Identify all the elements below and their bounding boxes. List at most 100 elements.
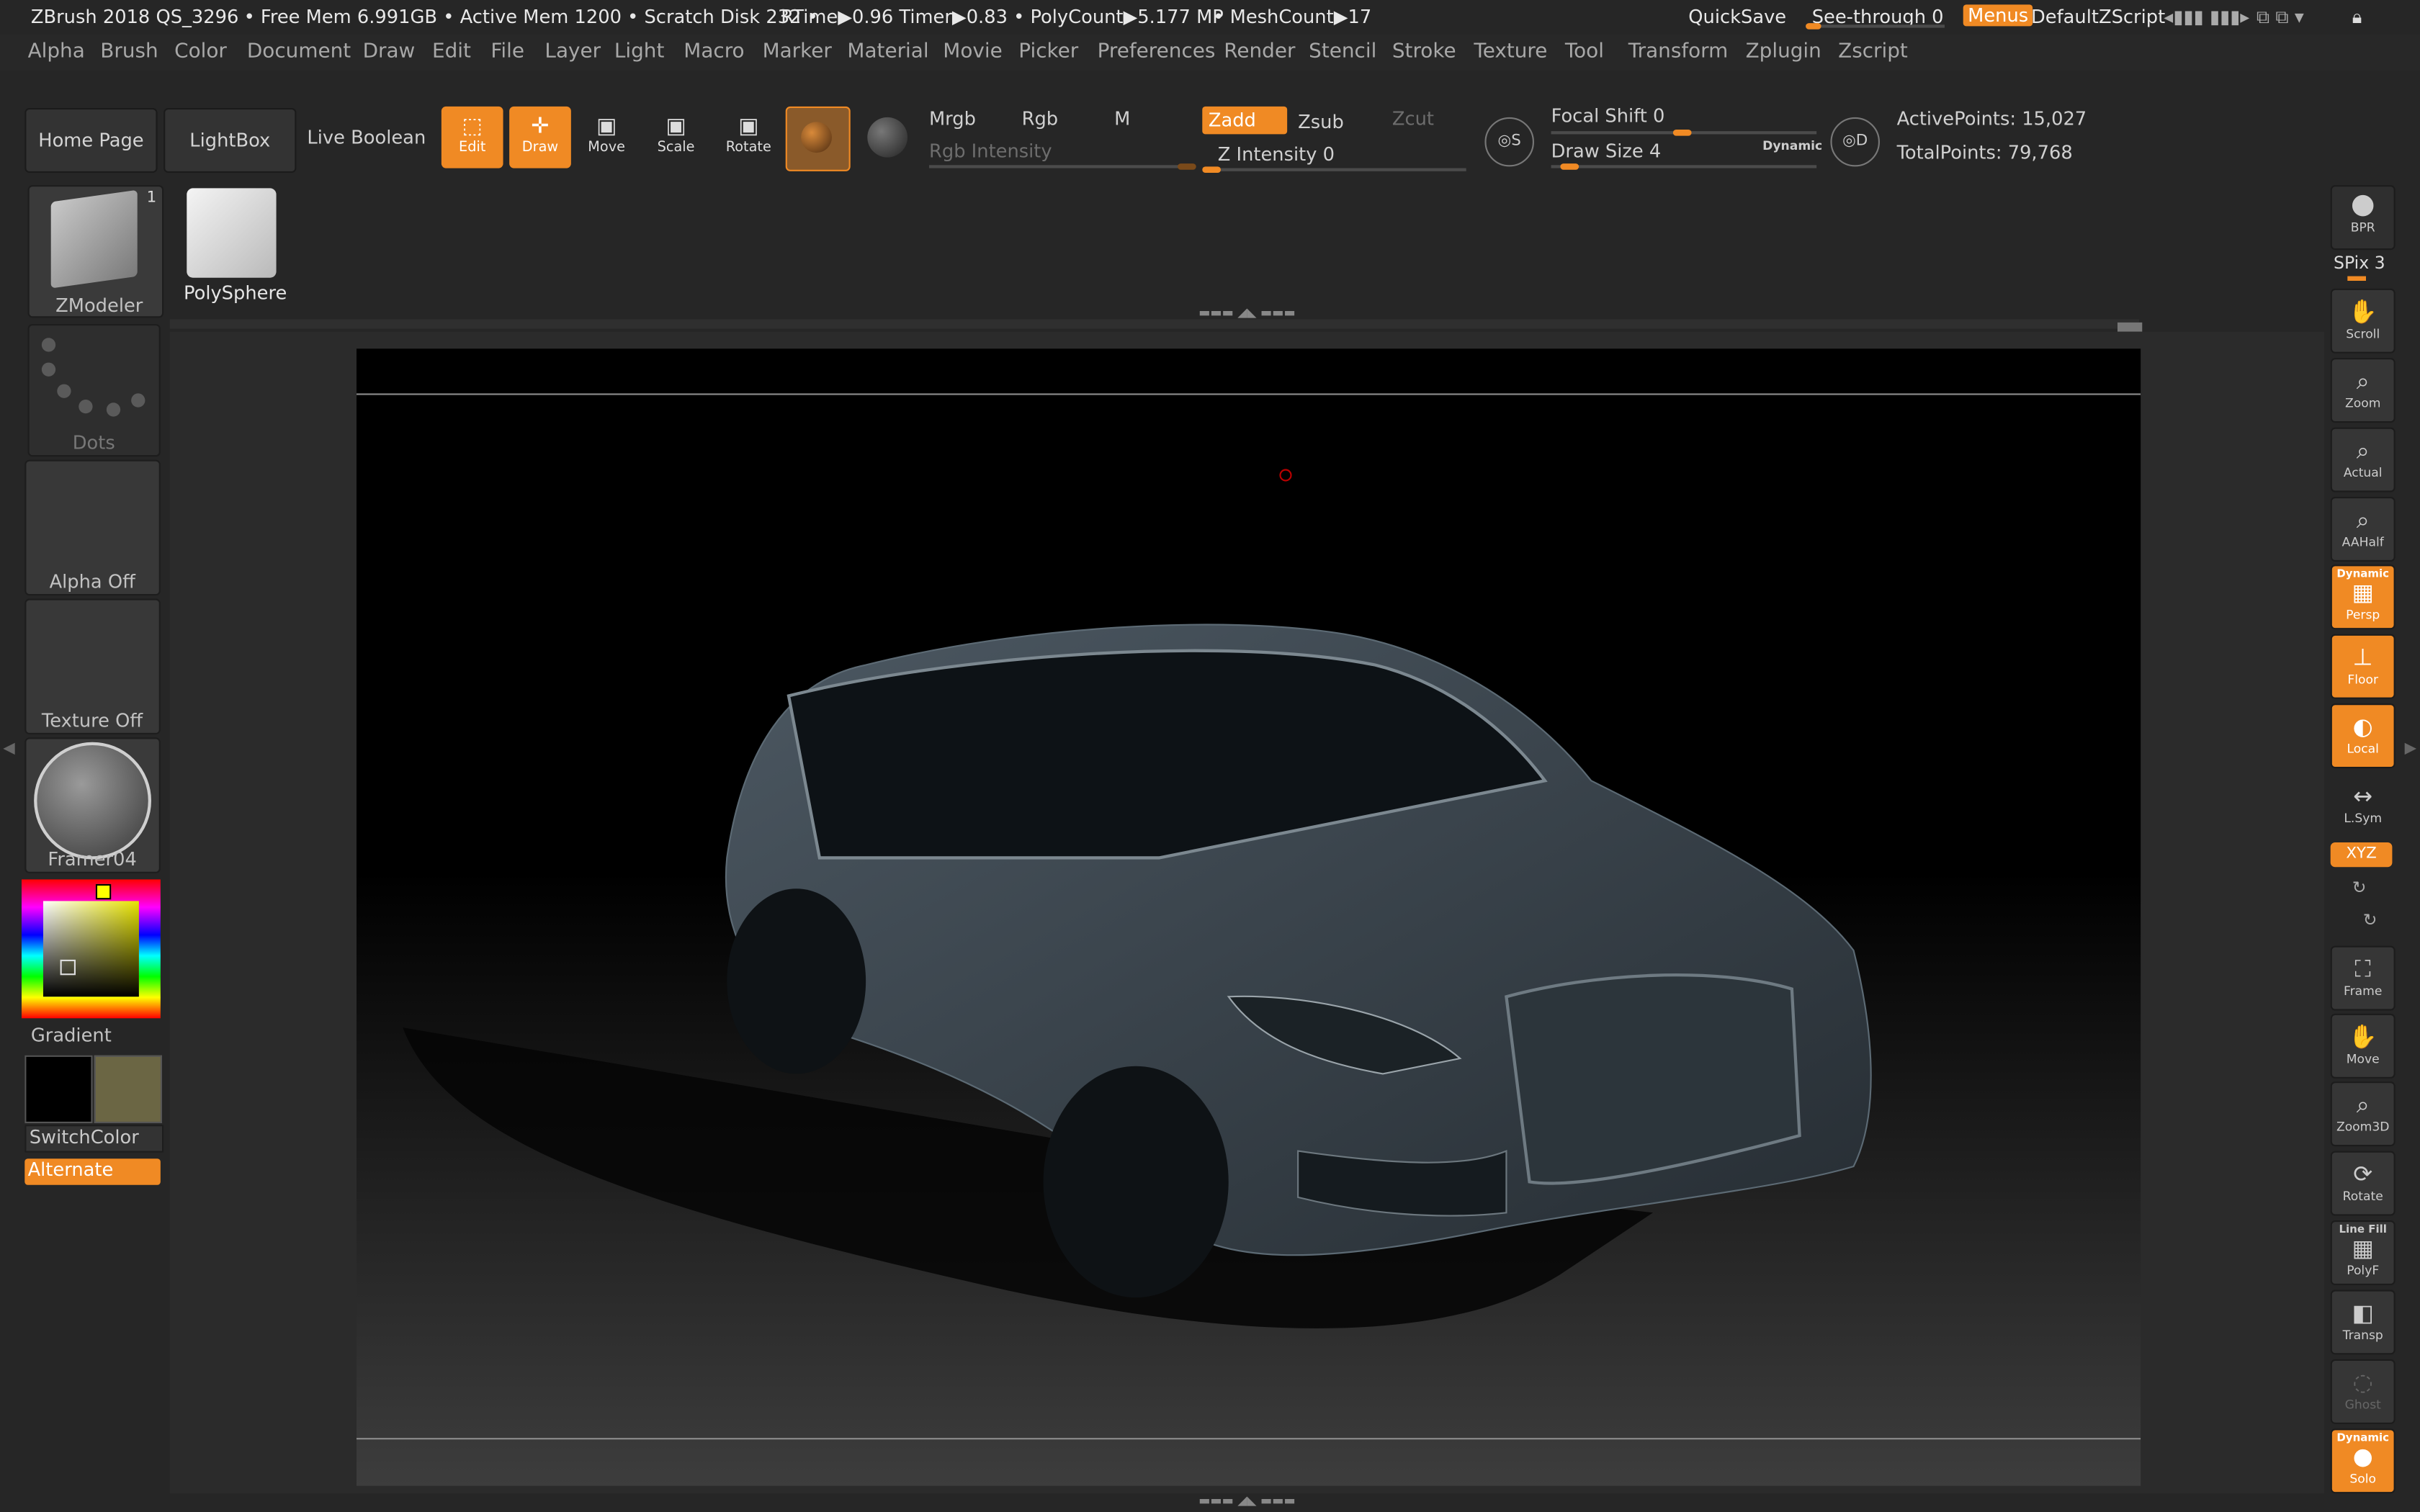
rgb-button[interactable]: Rgb [1022,108,1059,130]
bottom-tray-handle-icon[interactable]: ▬▬▬ ◢◣ ▬▬▬ [1155,1493,1340,1508]
menu-item[interactable]: Marker [763,40,832,63]
aahalf-button[interactable]: ⌕ AAHalf [2330,497,2396,562]
menu-item[interactable]: Render [1224,40,1295,63]
z-intensity-slider[interactable]: Z Intensity 0 [1218,143,1335,165]
draw-size-slider[interactable]: Draw Size 4 [1551,140,1662,162]
d-dial-icon[interactable]: ◎D [1830,117,1880,167]
color-picker[interactable] [22,879,161,1019]
scale-button[interactable]: ▣ Scale [645,107,707,168]
polyf-button[interactable]: Line Fill ▦ PolyF [2330,1220,2396,1285]
stroke-selector[interactable]: Dots [27,324,161,457]
menu-item[interactable]: Document [247,40,351,63]
car-model[interactable] [357,348,2141,1485]
draw-size-knob[interactable] [1560,163,1579,170]
menu-item[interactable]: Zscript [1838,40,1908,63]
zoom-button[interactable]: ⌕ Zoom [2330,358,2396,423]
brush-selector[interactable]: 1 ZModeler [27,185,164,318]
material-swatch-button[interactable] [785,106,851,171]
menu-item[interactable]: Layer [544,40,601,63]
menu-item[interactable]: Alpha [28,40,85,63]
right-tray-arrow-icon[interactable]: ▶ [2405,741,2417,758]
ghost-button[interactable]: ◌ Ghost [2330,1359,2396,1424]
focal-shift-knob[interactable] [1672,130,1692,136]
alternate-button[interactable]: Alternate [24,1158,161,1185]
menu-item[interactable]: Zplugin [1746,40,1821,63]
menu-item[interactable]: Preferences [1098,40,1216,63]
color-marker[interactable] [60,959,76,976]
rotate-z-icon[interactable]: ↻ [2363,910,2378,930]
menu-item[interactable]: Stroke [1392,40,1456,63]
main-color-swatch[interactable] [24,1055,93,1123]
stroke-icon[interactable] [867,117,908,158]
default-zscript[interactable]: DefaultZScript [2031,6,2165,28]
texture-selector[interactable]: Texture Off [24,598,161,734]
menu-item[interactable]: Draw [363,40,416,63]
menu-item[interactable]: Texture [1474,40,1547,63]
menus-toggle[interactable]: Menus [1963,4,2033,27]
alpha-selector[interactable]: Alpha Off [24,459,161,596]
z-intensity-knob[interactable] [1202,166,1221,173]
scroll-button[interactable]: ✋ Scroll [2330,288,2396,354]
quicksave-button[interactable]: QuickSave [1688,6,1786,28]
layout-arrows-icon[interactable]: ◂▮▮▮ ▮▮▮▸ [2164,6,2249,28]
zsub-button[interactable]: Zsub [1298,111,1344,132]
top-tray-handle-icon[interactable]: ▬▬▬ ◢◣ ▬▬▬ [1155,305,1340,319]
m-button[interactable]: M [1114,108,1130,130]
tool-thumbnail[interactable] [181,182,282,284]
see-through-knob[interactable] [1806,23,1821,30]
rotate-view-button[interactable]: ⟳ Rotate [2330,1151,2396,1216]
menu-item[interactable]: Brush [100,40,158,63]
bpr-button[interactable]: ● BPR [2330,185,2396,251]
menu-item[interactable]: Transform [1628,40,1729,63]
focal-shift-slider[interactable]: Focal Shift 0 [1551,105,1665,127]
left-tray-arrow-icon[interactable]: ◀ [3,741,15,758]
dynamic-toggle[interactable]: Dynamic [1762,139,1822,153]
scroll-handle[interactable] [2118,322,2143,332]
floor-button[interactable]: ⊥ Floor [2330,634,2396,699]
menu-item[interactable]: Macro [684,40,744,63]
transp-button[interactable]: ◧ Transp [2330,1290,2396,1355]
menu-item[interactable]: Material [847,40,928,63]
spix-slider[interactable]: SPix 3 [2334,253,2385,273]
lightbox-button[interactable]: LightBox [163,108,297,173]
material-selector[interactable]: Framer04 [24,737,161,873]
s-dial-icon[interactable]: ◎S [1484,117,1534,167]
live-boolean-button[interactable]: Live Boolean [307,127,426,148]
edit-button[interactable]: ⬚ Edit [441,106,503,168]
switch-color-button[interactable]: SwitchColor [24,1125,164,1153]
menu-item[interactable]: Stencil [1309,40,1376,63]
menu-item[interactable]: Color [174,40,227,63]
hue-marker[interactable] [95,883,112,900]
top-tray-divider[interactable] [169,319,2139,329]
menu-item[interactable]: Picker [1018,40,1078,63]
rotate-button[interactable]: ▣ Rotate [717,107,779,168]
viewport-canvas[interactable] [356,348,2141,1486]
color-picker-square[interactable] [43,901,139,997]
gradient-button[interactable]: Gradient [31,1025,112,1046]
zadd-button[interactable]: Zadd [1202,106,1288,135]
zoom3d-button[interactable]: ⌕ Zoom3D [2330,1081,2396,1147]
draw-button[interactable]: ✛ Draw [509,106,571,168]
frame-button[interactable]: ⛶ Frame [2330,945,2396,1011]
move-view-button[interactable]: ✋ Move [2330,1013,2396,1079]
zcut-button[interactable]: Zcut [1392,108,1434,130]
menu-item[interactable]: Light [614,40,665,63]
solo-button[interactable]: Dynamic ● Solo [2330,1428,2396,1494]
menu-item[interactable]: Movie [943,40,1002,63]
xyz-button[interactable]: XYZ [2330,842,2393,868]
menu-item[interactable]: Edit [432,40,471,63]
spix-knob[interactable] [2347,276,2366,281]
rgb-intensity-knob[interactable] [1178,163,1196,170]
rotate-y-icon[interactable]: ↻ [2352,878,2367,898]
menu-item[interactable]: Tool [1565,40,1604,63]
persp-button[interactable]: Dynamic ▦ Persp [2330,564,2396,630]
lock-icon[interactable]: 🔒︎ [2352,6,2362,30]
secondary-color-swatch[interactable] [94,1055,162,1123]
local-button[interactable]: ◐ Local [2330,703,2396,769]
home-page-button[interactable]: Home Page [24,108,158,173]
actual-button[interactable]: ⌕ Actual [2330,427,2396,492]
menu-item[interactable]: File [490,40,524,63]
move-button[interactable]: ▣ Move [575,107,637,168]
lsym-button[interactable]: ↔ L.Sym [2331,773,2396,838]
window-icons[interactable]: ⧉ ⧉ ▾ [2257,6,2304,30]
